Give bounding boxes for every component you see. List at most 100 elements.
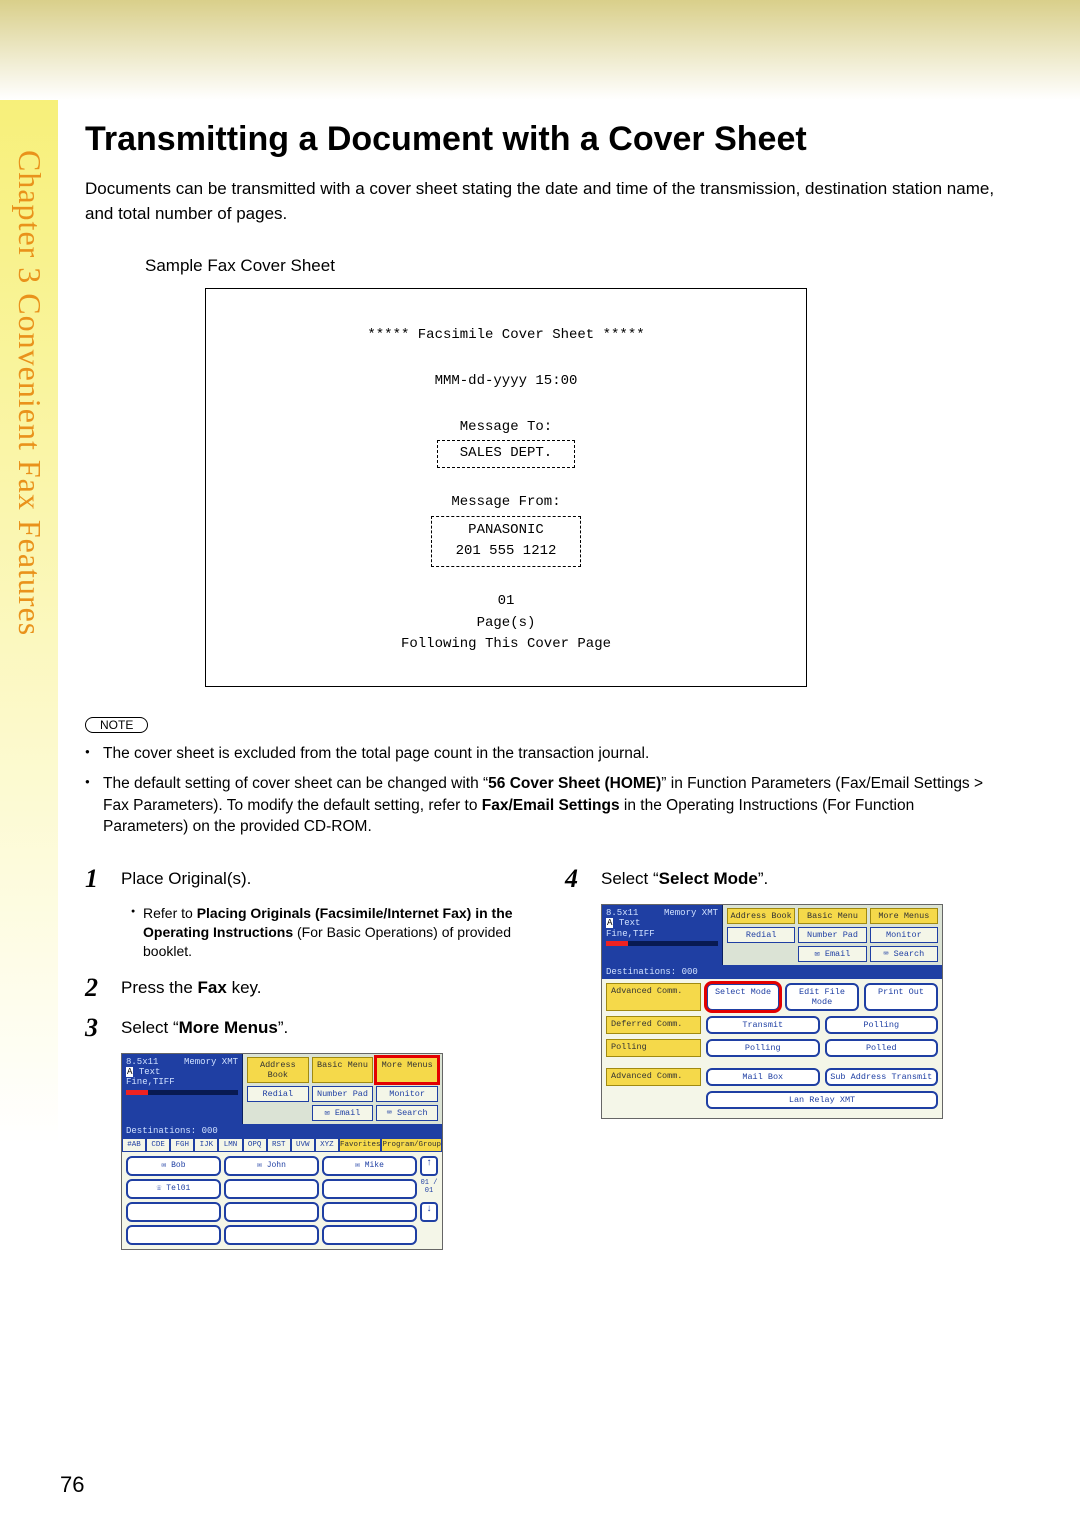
cover-datetime: MMM-dd-yyyy 15:00: [226, 371, 786, 393]
page-title: Transmitting a Document with a Cover She…: [85, 120, 995, 159]
step-1-text: Place Original(s).: [121, 864, 251, 889]
step-3-text: Select “More Menus”.: [121, 1013, 288, 1038]
cover-msgfrom-label: Message From:: [226, 492, 786, 514]
step-4-num: 4: [565, 864, 587, 894]
lcd3-page-indicator: 01 / 01: [420, 1179, 438, 1199]
lcd3-contact[interactable]: ✉ Mike: [322, 1156, 417, 1176]
cover-header: ***** Facsimile Cover Sheet *****: [226, 325, 786, 347]
lcd4-number-pad[interactable]: Number Pad: [798, 927, 866, 943]
lcd3-contact[interactable]: ☏ Tel01: [126, 1179, 221, 1199]
step-1-sub: Refer to Placing Originals (Facsimile/In…: [131, 904, 515, 961]
lcd3-empty-slot[interactable]: [224, 1202, 319, 1222]
lcd3-empty-slot[interactable]: [224, 1225, 319, 1245]
lcd4-status: 8.5x11Memory XMT A Text Fine,TIFF: [602, 905, 723, 965]
lcd3-tab-favorites[interactable]: Favorites: [339, 1138, 382, 1152]
lcd3-destinations: Destinations: 000: [122, 1124, 442, 1138]
lcd3-tab[interactable]: #AB: [122, 1138, 146, 1152]
step-1-num: 1: [85, 864, 107, 894]
sample-cover-label: Sample Fax Cover Sheet: [145, 256, 995, 276]
step-3-num: 3: [85, 1013, 107, 1043]
lcd3-monitor[interactable]: Monitor: [376, 1086, 438, 1102]
intro-paragraph: Documents can be transmitted with a cove…: [85, 177, 995, 226]
lcd4-label-advcomm: Advanced Comm.: [606, 983, 701, 1011]
cover-msgfrom-box: PANASONIC 201 555 1212: [431, 516, 582, 567]
lcd4-label-advcomm2: Advanced Comm.: [606, 1068, 701, 1086]
lcd3-empty-slot[interactable]: [322, 1202, 417, 1222]
step-4-text: Select “Select Mode”.: [601, 864, 768, 889]
lcd4-more-menus[interactable]: More Menus: [870, 908, 938, 924]
page-number: 76: [60, 1472, 84, 1498]
lcd3-empty-slot[interactable]: [322, 1179, 417, 1199]
top-gradient: [0, 0, 1080, 100]
lcd4-polled-btn[interactable]: Polled: [825, 1039, 939, 1057]
lcd3-search[interactable]: ⌨ Search: [376, 1105, 438, 1121]
lcd-step4: 8.5x11Memory XMT A Text Fine,TIFF Addres…: [601, 904, 943, 1119]
step-4: 4 Select “Select Mode”.: [565, 864, 995, 894]
lcd4-mailbox[interactable]: Mail Box: [706, 1068, 820, 1086]
note-1: The cover sheet is excluded from the tot…: [85, 743, 995, 765]
lcd3-empty-slot[interactable]: [126, 1202, 221, 1222]
step-2-text: Press the Fax key.: [121, 973, 261, 998]
lcd3-empty-slot[interactable]: [322, 1225, 417, 1245]
lcd3-more-menus[interactable]: More Menus: [376, 1057, 438, 1083]
lcd3-redial[interactable]: Redial: [247, 1086, 309, 1102]
lcd3-tab[interactable]: UVW: [291, 1138, 315, 1152]
lcd3-tab[interactable]: RST: [267, 1138, 291, 1152]
lcd4-search[interactable]: ⌨ Search: [870, 946, 938, 962]
lcd3-status: 8.5x11Memory XMT A Text Fine,TIFF: [122, 1054, 243, 1124]
step-3: 3 Select “More Menus”.: [85, 1013, 515, 1043]
cover-sheet-sample: ***** Facsimile Cover Sheet ***** MMM-dd…: [205, 288, 807, 687]
lcd4-print-out[interactable]: Print Out: [864, 983, 938, 1011]
cover-pages-label: Page(s): [226, 613, 786, 635]
cover-pages-num: 01: [226, 591, 786, 613]
note-tag: NOTE: [85, 717, 148, 733]
lcd3-tabs: #AB CDE FGH IJK LMN OPQ RST UVW XYZ Favo…: [122, 1138, 442, 1152]
lcd4-polling-btn[interactable]: Polling: [706, 1039, 820, 1057]
step-2: 2 Press the Fax key.: [85, 973, 515, 1003]
cover-msgto-label: Message To:: [226, 417, 786, 439]
lcd4-label-polling: Polling: [606, 1039, 701, 1057]
lcd3-empty-slot[interactable]: [126, 1225, 221, 1245]
notes-block: The cover sheet is excluded from the tot…: [85, 743, 995, 838]
lcd4-email[interactable]: ✉ Email: [798, 946, 866, 962]
cover-msgto-value: SALES DEPT.: [437, 440, 575, 468]
lcd3-tab[interactable]: IJK: [194, 1138, 218, 1152]
lcd-step3: 8.5x11Memory XMT A Text Fine,TIFF Addres…: [121, 1053, 443, 1250]
lcd3-contacts: ✉ Bob ✉ John ✉ Mike ↑ ☏ Tel01 01 / 01 ↓: [122, 1152, 442, 1249]
lcd3-contact[interactable]: ✉ Bob: [126, 1156, 221, 1176]
lcd4-select-mode[interactable]: Select Mode: [706, 983, 780, 1011]
cover-msgfrom-name: PANASONIC: [456, 520, 557, 542]
lcd4-label-deferred: Deferred Comm.: [606, 1016, 701, 1034]
lcd4-modes: Advanced Comm. Select Mode Edit File Mod…: [602, 979, 942, 1118]
lcd4-polling[interactable]: Polling: [825, 1016, 939, 1034]
lcd4-basic-menu[interactable]: Basic Menu: [798, 908, 866, 924]
lcd4-destinations: Destinations: 000: [602, 965, 942, 979]
lcd4-edit-file-mode[interactable]: Edit File Mode: [785, 983, 859, 1011]
lcd4-monitor[interactable]: Monitor: [870, 927, 938, 943]
lcd3-tab[interactable]: XYZ: [315, 1138, 339, 1152]
note-2: The default setting of cover sheet can b…: [85, 773, 995, 838]
lcd3-tab[interactable]: OPQ: [243, 1138, 267, 1152]
lcd3-number-pad[interactable]: Number Pad: [312, 1086, 374, 1102]
lcd3-tab[interactable]: LMN: [218, 1138, 242, 1152]
lcd3-tab-program[interactable]: Program/Group: [381, 1138, 442, 1152]
step-2-num: 2: [85, 973, 107, 1003]
lcd4-sub-address-transmit[interactable]: Sub Address Transmit: [825, 1068, 939, 1086]
lcd4-transmit[interactable]: Transmit: [706, 1016, 820, 1034]
lcd4-lan-relay-xmt[interactable]: Lan Relay XMT: [706, 1091, 938, 1109]
lcd3-contact[interactable]: ✉ John: [224, 1156, 319, 1176]
lcd3-empty-slot[interactable]: [224, 1179, 319, 1199]
lcd4-address-book[interactable]: Address Book: [727, 908, 795, 924]
step-1: 1 Place Original(s).: [85, 864, 515, 894]
lcd3-tab[interactable]: CDE: [146, 1138, 170, 1152]
lcd3-down-arrow[interactable]: ↓: [420, 1202, 438, 1222]
cover-msgfrom-tel: 201 555 1212: [456, 541, 557, 563]
lcd4-redial[interactable]: Redial: [727, 927, 795, 943]
lcd3-up-arrow[interactable]: ↑: [420, 1156, 438, 1176]
cover-following: Following This Cover Page: [226, 634, 786, 656]
lcd3-basic-menu[interactable]: Basic Menu: [312, 1057, 374, 1083]
lcd3-email[interactable]: ✉ Email: [312, 1105, 374, 1121]
lcd3-tab[interactable]: FGH: [170, 1138, 194, 1152]
lcd3-address-book[interactable]: Address Book: [247, 1057, 309, 1083]
chapter-label: Chapter 3 Convenient Fax Features: [8, 150, 48, 770]
